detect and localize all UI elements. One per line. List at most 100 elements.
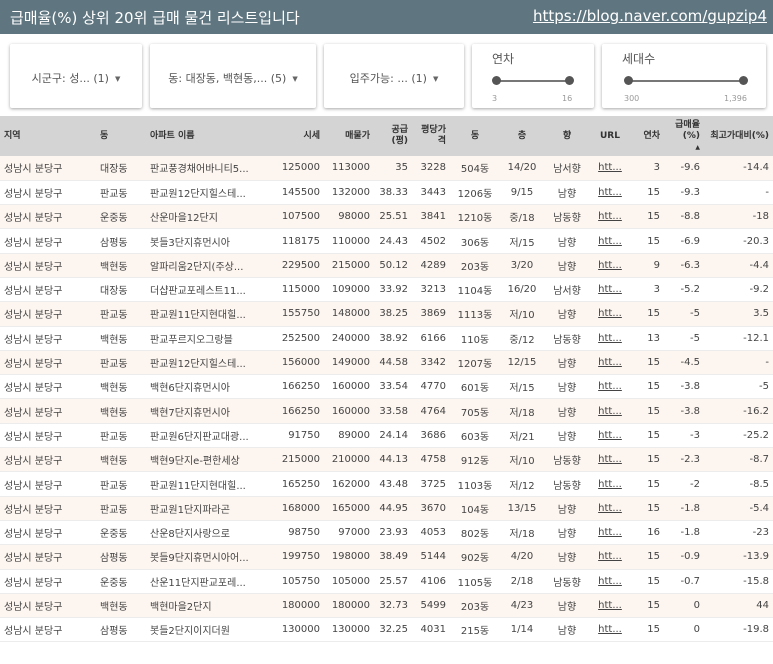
col-header-listing-price[interactable]: 매물가: [324, 116, 374, 156]
table-row[interactable]: 성남시 분당구 백현동 백현마을2단지 180000 180000 32.73 5499 20…: [0, 593, 773, 618]
table-row[interactable]: 성남시 분당구 삼평동 봇들9단지휴먼시아어... 199750 198000 38.49…: [0, 544, 773, 570]
table-row[interactable]: 성남시 분당구 백현동 백현7단지휴먼시아 166250 160000 33.58 4764…: [0, 398, 773, 424]
cell-url-link[interactable]: htt...: [590, 350, 630, 374]
cell-age: 15: [647, 211, 660, 223]
cell-url-link[interactable]: htt...: [590, 496, 630, 520]
households-slider-min-handle[interactable]: [624, 76, 633, 85]
cell-url-link[interactable]: htt...: [590, 156, 630, 180]
cell-dong: 대장동: [100, 164, 128, 176]
chevron-down-icon: ▼: [114, 75, 121, 83]
cell-url-link[interactable]: htt...: [590, 229, 630, 253]
cell-vs-highest: -5.4: [749, 502, 769, 514]
table-row[interactable]: 성남시 분당구 운중동 산운11단지판교포레... 105750 105000 25.57…: [0, 569, 773, 594]
table-row[interactable]: 성남시 분당구 판교동 판교원11단지현대힐... 155750 148000 38.25…: [0, 301, 773, 327]
cell-region: 성남시 분당구: [4, 237, 63, 249]
col-header-direction[interactable]: 향: [544, 116, 590, 156]
table-row[interactable]: 성남시 분당구 대장동 판교풍경채어바니티5... 125000 113000 35 322…: [0, 156, 773, 181]
table-row[interactable]: 성남시 분당구 운중동 산운마을12단지 107500 98000 25.51 3841 12…: [0, 204, 773, 229]
movein-filter-dropdown[interactable]: 입주가능: ... (1) ▼: [324, 44, 464, 108]
cell-floor: 저/18: [509, 529, 535, 541]
cell-market-price: 252500: [281, 332, 320, 344]
cell-price-per-pyeong: 4764: [420, 405, 446, 417]
table-row[interactable]: 성남시 분당구 판교동 판교원11단지현대힐... 165250 162000 43.48…: [0, 471, 773, 497]
households-slider-track[interactable]: [628, 80, 743, 82]
table-row[interactable]: 성남시 분당구 운중동 산운8단지사랑으로 98750 97000 23.93 4053 80…: [0, 520, 773, 545]
table-row[interactable]: 성남시 분당구 백현동 판교푸르지오그랑블 252500 240000 38.92 6166…: [0, 326, 773, 351]
col-header-price-per-pyeong[interactable]: 평당가격: [412, 116, 450, 156]
col-header-floor[interactable]: 층: [500, 116, 544, 156]
cell-url-link[interactable]: htt...: [590, 375, 630, 399]
table-row[interactable]: 성남시 분당구 판교동 판교원12단지힐스테... 145500 132000 38.33…: [0, 180, 773, 205]
year-slider[interactable]: 연차 3 16: [472, 44, 594, 108]
table-row[interactable]: 성남시 분당구 삼평동 봇들2단지이지더원 130000 130000 32.25 4031…: [0, 617, 773, 642]
cell-dong: 백현동: [100, 601, 128, 613]
cell-floor: 1/14: [510, 624, 534, 636]
cell-supply-area: 32.73: [379, 599, 408, 611]
cell-url-link[interactable]: htt...: [590, 593, 630, 617]
cell-building: 306동: [460, 237, 490, 249]
cell-discount-rate: -1.8: [680, 527, 700, 539]
city-filter-dropdown[interactable]: 시군구: 성... (1) ▼: [10, 44, 142, 108]
cell-age: 15: [647, 235, 660, 247]
cell-price-per-pyeong: 3725: [420, 478, 446, 490]
col-header-building[interactable]: 동: [450, 116, 500, 156]
cell-url-link[interactable]: htt...: [590, 326, 630, 350]
blog-link[interactable]: https://blog.naver.com/gupzip4: [533, 7, 767, 25]
cell-url-link[interactable]: htt...: [590, 618, 630, 642]
cell-discount-rate: -3: [690, 429, 700, 441]
cell-url-link[interactable]: htt...: [590, 569, 630, 593]
cell-vs-highest: -8.5: [749, 478, 769, 490]
table-row[interactable]: 성남시 분당구 판교동 판교원6단지판교대광... 91750 89000 24.14 36…: [0, 423, 773, 448]
table-row[interactable]: 성남시 분당구 삼평동 봇들3단지휴먼시아 118175 110000 24.43 4502…: [0, 228, 773, 254]
cell-building: 110동: [460, 334, 490, 346]
col-header-age[interactable]: 연차: [630, 116, 664, 156]
cell-url-link[interactable]: htt...: [590, 423, 630, 447]
cell-floor: 저/15: [509, 383, 535, 395]
year-slider-track[interactable]: [496, 80, 569, 82]
table-row[interactable]: 성남시 분당구 백현동 백현6단지휴먼시아 166250 160000 33.54 4770…: [0, 374, 773, 399]
col-header-region[interactable]: 지역: [0, 116, 96, 156]
cell-building: 203동: [460, 601, 490, 613]
col-header-url[interactable]: URL: [590, 116, 630, 156]
cell-apt-name: 백현7단지휴먼시아: [150, 407, 230, 419]
col-header-vs-highest[interactable]: 최고가대비(%): [704, 116, 773, 156]
cell-discount-rate: -8.8: [680, 211, 700, 223]
cell-url-link[interactable]: htt...: [590, 302, 630, 326]
dong-filter-dropdown[interactable]: 동: 대장동, 백현동,... (5) ▼: [150, 44, 316, 108]
cell-direction: 남동향: [553, 456, 581, 468]
table-row[interactable]: 성남시 분당구 백현동 알파리움2단지(주상... 229500 215000 50.12…: [0, 253, 773, 278]
table-row[interactable]: 성남시 분당구 대장동 더샵판교포레스트11... 115000 109000 33.92…: [0, 277, 773, 302]
cell-url-link[interactable]: htt...: [590, 253, 630, 277]
cell-url-link[interactable]: htt...: [590, 545, 630, 569]
col-header-market-price[interactable]: 시세: [276, 116, 324, 156]
cell-region: 성남시 분당구: [4, 310, 63, 322]
households-slider[interactable]: 세대수 300 1,396: [602, 44, 766, 108]
table-row[interactable]: 성남시 분당구 백현동 백현9단지e-편한세상 215000 210000 44.13 47…: [0, 447, 773, 472]
cell-url-link[interactable]: htt...: [590, 277, 630, 301]
col-header-supply-area[interactable]: 공급(평): [374, 116, 412, 156]
col-header-dong[interactable]: 동: [96, 116, 146, 156]
cell-url-link[interactable]: htt...: [590, 520, 630, 544]
cell-apt-name: 봇들2단지이지더원: [150, 626, 230, 638]
cell-url-link[interactable]: htt...: [590, 205, 630, 229]
cell-apt-name: 백현마을2단지: [150, 601, 212, 613]
cell-age: 15: [647, 551, 660, 563]
year-slider-max-handle[interactable]: [565, 76, 574, 85]
year-slider-min-handle[interactable]: [492, 76, 501, 85]
households-slider-max-handle[interactable]: [739, 76, 748, 85]
cell-market-price: 115000: [281, 284, 320, 296]
col-header-apt-name[interactable]: 아파트 이름: [146, 116, 276, 156]
cell-vs-highest: -: [765, 186, 769, 198]
cell-url-link[interactable]: htt...: [590, 472, 630, 496]
cell-vs-highest: -18: [752, 211, 769, 223]
col-header-discount-rate[interactable]: 급매율(%) ▲: [664, 116, 704, 156]
table-row[interactable]: 성남시 분당구 판교동 판교원12단지힐스테... 156000 149000 44.58…: [0, 350, 773, 375]
table-body: 성남시 분당구 대장동 판교풍경채어바니티5... 125000 113000 35 322…: [0, 156, 773, 642]
cell-supply-area: 35: [395, 162, 408, 174]
cell-supply-area: 43.48: [379, 478, 408, 490]
cell-building: 203동: [460, 261, 490, 273]
table-row[interactable]: 성남시 분당구 판교동 판교원1단지파라곤 168000 165000 44.95 3670…: [0, 496, 773, 521]
cell-url-link[interactable]: htt...: [590, 180, 630, 204]
cell-url-link[interactable]: htt...: [590, 448, 630, 472]
cell-url-link[interactable]: htt...: [590, 399, 630, 423]
